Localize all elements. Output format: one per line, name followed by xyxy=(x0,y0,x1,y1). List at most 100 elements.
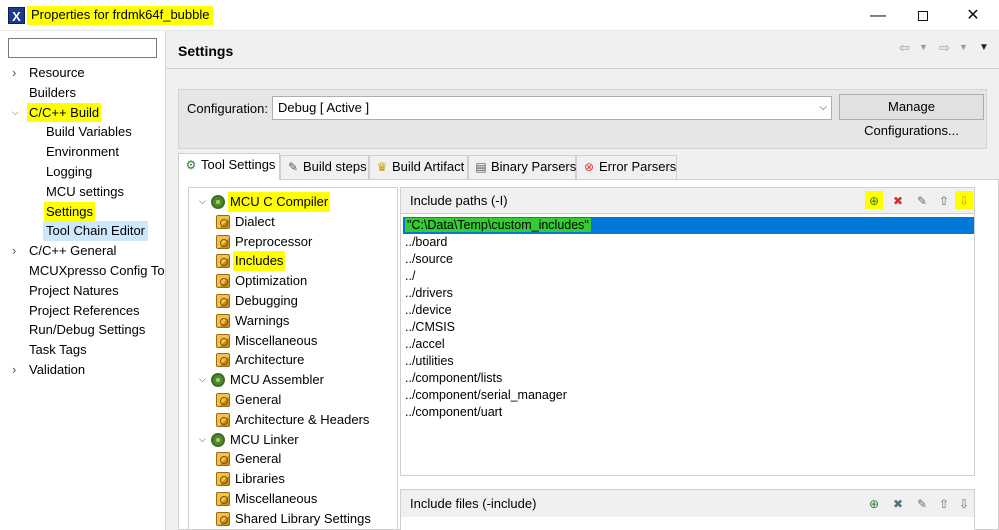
edit-icon[interactable]: ✎ xyxy=(913,494,931,512)
include-path-text: ../component/uart xyxy=(405,405,503,419)
nav-item-label: MCU settings xyxy=(46,183,125,199)
include-paths-toolbar: ⊕ ✖ ✎ ⇧ ⇩ xyxy=(863,191,973,211)
manage-configurations-button[interactable]: Manage Configurations... xyxy=(839,94,984,138)
tree-node-label: Architecture & Headers xyxy=(235,411,370,427)
nav-item-c-c-general[interactable]: › C/C++ General xyxy=(0,241,166,261)
back-icon[interactable]: ⇦ xyxy=(899,40,910,56)
nav-item-resource[interactable]: › Resource xyxy=(0,63,166,83)
move-up-icon[interactable]: ⇧ xyxy=(935,494,953,512)
option-category-icon xyxy=(216,472,230,487)
include-path-row[interactable]: ../component/serial_manager xyxy=(403,387,974,404)
chevron-down-icon[interactable]: ⌵ xyxy=(12,103,22,123)
filter-input[interactable] xyxy=(8,38,157,58)
add-icon[interactable]: ⊕ xyxy=(865,494,883,512)
tree-node-label: Shared Library Settings xyxy=(235,510,371,526)
include-path-row[interactable]: ../source xyxy=(403,251,974,268)
chevron-right-icon[interactable]: › xyxy=(12,241,22,261)
include-path-row[interactable]: ../device xyxy=(403,302,974,319)
forward-icon[interactable]: ⇨ xyxy=(939,40,950,56)
tab-binary-parsers[interactable]: ▤ Binary Parsers xyxy=(468,155,576,179)
nav-item-logging[interactable]: Logging xyxy=(0,162,166,182)
include-path-text: ../board xyxy=(405,235,448,249)
include-path-row[interactable]: ../utilities xyxy=(403,353,974,370)
option-category-icon xyxy=(216,234,230,249)
configuration-value: Debug [ Active ] xyxy=(278,100,370,115)
nav-item-builders[interactable]: Builders xyxy=(0,83,166,103)
move-down-icon[interactable]: ⇩ xyxy=(955,494,973,512)
forward-dropdown-icon[interactable]: ▼ xyxy=(959,42,968,52)
tab-error-parsers[interactable]: ⊗ Error Parsers xyxy=(576,155,677,179)
delete-icon[interactable]: ✖ xyxy=(889,191,907,209)
nav-item-label: Resource xyxy=(29,65,85,80)
include-path-text: ../component/lists xyxy=(405,371,503,385)
include-path-row[interactable]: ../component/uart xyxy=(403,404,974,421)
include-path-row[interactable]: ../component/lists xyxy=(403,370,974,387)
include-path-text: ../source xyxy=(405,252,453,266)
back-dropdown-icon[interactable]: ▼ xyxy=(919,42,928,52)
include-path-row[interactable]: ../accel xyxy=(403,336,974,353)
tree-node-label: Includes xyxy=(233,251,286,272)
include-paths-list[interactable]: "C:\Data\Temp\custom_includes" ../board..… xyxy=(403,217,974,421)
chevron-down-icon[interactable]: ⌵ xyxy=(199,192,209,212)
window-title: Properties for frdmk64f_bubble xyxy=(27,6,214,25)
nav-item-settings[interactable]: Settings xyxy=(0,201,166,222)
nav-item-mcuxpresso-config-to[interactable]: MCUXpresso Config To xyxy=(0,261,166,281)
nav-item-label: Settings xyxy=(44,201,95,222)
edit-icon[interactable]: ✎ xyxy=(913,191,931,209)
include-files-header: Include files (-include) ⊕ ✖ ✎ ⇧ ⇩ xyxy=(401,490,974,517)
include-paths-header: Include paths (-I) ⊕ ✖ ✎ ⇧ ⇩ xyxy=(401,188,974,214)
tree-node-label: Libraries xyxy=(235,471,285,487)
tool-gear-icon xyxy=(211,195,225,209)
option-category-icon xyxy=(216,353,230,368)
chevron-right-icon[interactable]: › xyxy=(12,360,22,380)
include-files-title: Include files (-include) xyxy=(410,496,537,511)
chevron-down-icon[interactable]: ⌵ xyxy=(199,370,209,390)
nav-item-task-tags[interactable]: Task Tags xyxy=(0,340,166,360)
tab-build-steps[interactable]: ✎ Build steps xyxy=(280,155,369,179)
add-icon[interactable]: ⊕ xyxy=(865,191,883,209)
include-path-text: ../utilities xyxy=(405,354,454,368)
nav-item-label: Validation xyxy=(29,361,86,377)
nav-item-c-c-build[interactable]: ⌵ C/C++ Build xyxy=(0,102,166,123)
move-up-icon[interactable]: ⇧ xyxy=(935,191,953,209)
tree-node-label: Dialect xyxy=(235,213,275,229)
tree-node-label: MCU Linker xyxy=(230,431,299,447)
configuration-group: Configuration: Debug [ Active ] ⌵ Manage… xyxy=(178,89,987,149)
include-path-text: ../device xyxy=(405,303,452,317)
close-button[interactable]: ✕ xyxy=(950,0,996,31)
tab-build-artifact[interactable]: ♛ Build Artifact xyxy=(369,155,468,179)
tree-node-label: General xyxy=(235,451,282,467)
include-path-row[interactable]: ../drivers xyxy=(403,285,974,302)
nav-item-project-natures[interactable]: Project Natures xyxy=(0,281,166,301)
option-category-icon xyxy=(216,333,230,348)
tab-tool-settings[interactable]: ⚙ Tool Settings xyxy=(178,153,280,180)
tree-node-label: Optimization xyxy=(235,273,308,289)
option-category-icon xyxy=(216,294,230,308)
nav-item-tool-chain-editor[interactable]: Tool Chain Editor xyxy=(0,221,166,242)
maximize-button[interactable] xyxy=(900,0,946,31)
chevron-right-icon[interactable]: › xyxy=(12,63,22,83)
title-bar: X Properties for frdmk64f_bubble — ✕ xyxy=(0,0,999,31)
include-path-row[interactable]: ../ xyxy=(403,268,974,285)
include-path-row[interactable]: "C:\Data\Temp\custom_includes" xyxy=(403,217,974,234)
include-path-row[interactable]: ../CMSIS xyxy=(403,319,974,336)
nav-item-label: Logging xyxy=(46,163,93,179)
nav-item-environment[interactable]: Environment xyxy=(0,142,166,162)
delete-icon[interactable]: ✖ xyxy=(889,494,907,512)
move-down-icon[interactable]: ⇩ xyxy=(955,191,973,209)
nav-item-validation[interactable]: › Validation xyxy=(0,360,166,380)
nav-item-label: Task Tags xyxy=(29,342,87,358)
property-tree: › Resource Builders ⌵ C/C++ Build Build Varia… xyxy=(0,63,166,380)
option-category-icon xyxy=(216,313,230,328)
chevron-down-icon[interactable]: ⌵ xyxy=(199,430,209,450)
nav-item-mcu-settings[interactable]: MCU settings xyxy=(0,182,166,202)
nav-item-project-references[interactable]: Project References xyxy=(0,301,166,321)
include-path-row[interactable]: ../board xyxy=(403,234,974,251)
nav-item-build-variables[interactable]: Build Variables xyxy=(0,122,166,142)
nav-item-run-debug-settings[interactable]: Run/Debug Settings xyxy=(0,320,166,340)
tree-node-label: MCU C Compiler xyxy=(228,192,331,212)
minimize-button[interactable]: — xyxy=(855,0,901,31)
option-category-icon xyxy=(216,511,230,526)
view-menu-icon[interactable]: ▼ xyxy=(979,42,989,53)
configuration-select[interactable]: Debug [ Active ] ⌵ xyxy=(272,96,832,120)
